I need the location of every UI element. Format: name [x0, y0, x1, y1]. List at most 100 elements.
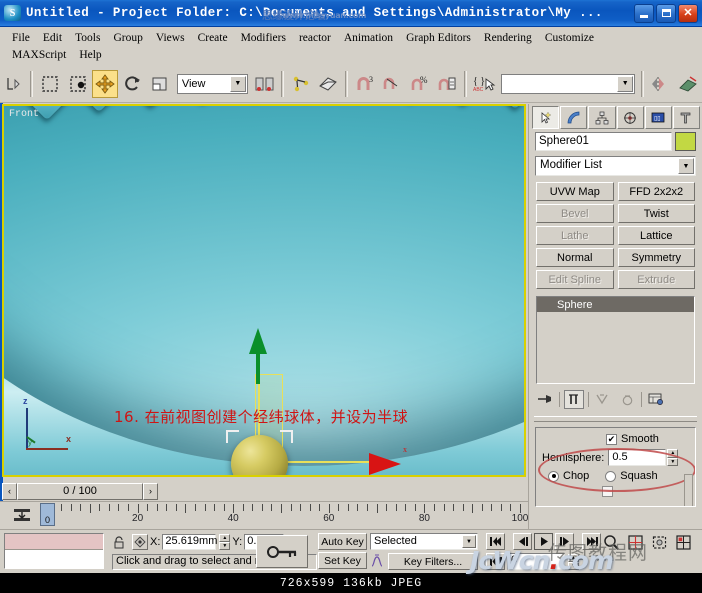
open-mini-curve-editor-icon[interactable]	[12, 507, 32, 523]
menu-item-file[interactable]: File	[6, 31, 37, 45]
next-frame-icon[interactable]	[555, 533, 574, 550]
modifier-stack-item-sphere[interactable]: Sphere	[537, 297, 694, 312]
absolute-mode-icon[interactable]	[132, 534, 148, 550]
previous-frame-icon[interactable]	[513, 533, 532, 550]
zoom-all-icon[interactable]	[624, 533, 647, 552]
chevron-down-icon-modlist[interactable]: ▼	[678, 158, 694, 174]
align-icon[interactable]	[676, 70, 701, 98]
menu-item-help[interactable]: Help	[73, 48, 108, 62]
play-animation-icon[interactable]	[534, 533, 553, 550]
hemisphere-spinner-up[interactable]: ▲	[667, 449, 679, 458]
auto-key-button[interactable]: Auto Key	[318, 533, 367, 550]
go-to-start-icon[interactable]	[486, 533, 505, 550]
time-slider-prev-button[interactable]: ‹	[2, 482, 17, 500]
menu-item-group[interactable]: Group	[107, 31, 149, 45]
hemisphere-field[interactable]: 0.5	[608, 449, 667, 466]
edit-named-selection-sets-icon[interactable]: { } ABC	[471, 70, 497, 98]
front-viewport[interactable]: x z x y Front 16. 在前视图创建个经纬球体，并设为半球	[4, 106, 524, 475]
x-spinner-up[interactable]: ▲	[219, 534, 231, 542]
time-slider-handle[interactable]: 0	[40, 503, 55, 526]
viewport-container[interactable]: x z x y Front 16. 在前视图创建个经纬球体，并设为半球	[2, 104, 526, 477]
frame-spinner-down[interactable]: ▼	[568, 561, 579, 570]
modifier-button-ffd[interactable]: FFD 2x2x2	[617, 182, 695, 201]
menu-item-customize[interactable]: Customize	[539, 31, 601, 45]
current-frame-field[interactable]: 0	[507, 553, 565, 570]
mini-listener-output[interactable]	[5, 550, 103, 568]
parameters-scrollbar[interactable]	[684, 474, 693, 506]
mirror-icon[interactable]	[648, 70, 673, 98]
zoom-extents-icon[interactable]	[648, 533, 671, 552]
chop-radio[interactable]	[548, 470, 559, 482]
smooth-checkbox[interactable]: ✔	[606, 433, 617, 445]
mini-listener-input[interactable]	[5, 534, 103, 550]
menu-item-maxscript[interactable]: MAXScript	[6, 48, 73, 62]
modifier-button-symmetry[interactable]: Symmetry	[617, 248, 695, 267]
zoom-icon[interactable]	[600, 533, 623, 552]
frame-spinner-up[interactable]: ▲	[568, 553, 579, 562]
lock-icon[interactable]	[112, 536, 126, 550]
key-filters-button[interactable]: Key Filters...	[388, 553, 478, 570]
modifier-button-normal[interactable]: Normal	[536, 248, 614, 267]
modifier-button-twist[interactable]: Twist	[617, 204, 695, 223]
menu-item-rendering[interactable]: Rendering	[478, 31, 539, 45]
maximize-button[interactable]	[656, 3, 676, 23]
select-and-link-icon[interactable]	[288, 70, 313, 98]
squash-radio[interactable]	[605, 470, 617, 482]
hierarchy-tab[interactable]	[588, 106, 616, 129]
hemisphere-spinner[interactable]: ▲ ▼	[667, 449, 679, 466]
modifier-button-uvw-map[interactable]: UVW Map	[536, 182, 614, 201]
chevron-down-icon-2[interactable]: ▼	[617, 75, 634, 92]
slice-on-checkbox[interactable]	[602, 486, 613, 497]
x-spinner-down[interactable]: ▼	[219, 542, 231, 550]
modifier-stack[interactable]: Sphere	[536, 296, 695, 384]
menu-item-tools[interactable]: Tools	[69, 31, 107, 45]
modify-tab[interactable]	[560, 106, 588, 129]
x-coordinate-field[interactable]: 25.619mm	[162, 534, 217, 550]
function-curve-icon[interactable]	[370, 554, 384, 568]
bind-to-space-warp-icon[interactable]	[316, 70, 341, 98]
object-name-field[interactable]: Sphere01	[535, 132, 672, 151]
chevron-down-icon-selfilter[interactable]: ▼	[462, 535, 476, 548]
menu-item-views[interactable]: Views	[150, 31, 192, 45]
select-object-icon[interactable]	[37, 70, 62, 98]
maxscript-mini-listener[interactable]	[4, 533, 104, 569]
gizmo-y-arrow-icon[interactable]	[249, 328, 267, 354]
menu-item-reactor[interactable]: reactor	[293, 31, 338, 45]
display-tab[interactable]: ▯▯	[644, 106, 672, 129]
track-bar[interactable]: 20 40 60 80 100 0	[0, 501, 528, 529]
modifier-list-combo[interactable]: Modifier List ▼	[535, 156, 696, 176]
select-and-move-icon[interactable]	[92, 69, 118, 98]
key-mode-toggle-button[interactable]	[256, 535, 308, 568]
use-pivot-point-center-icon[interactable]	[252, 70, 277, 98]
zoom-extents-all-icon[interactable]	[672, 533, 695, 552]
percent-snap-icon[interactable]: %	[407, 70, 432, 98]
time-slider-frame-display[interactable]: 0 / 100	[17, 482, 143, 500]
track-bar-ruler[interactable]: 20 40 60 80 100	[42, 504, 528, 528]
snaps-toggle-icon[interactable]: 3	[352, 70, 377, 98]
menu-item-edit[interactable]: Edit	[37, 31, 69, 45]
spinner-snap-icon[interactable]	[435, 70, 460, 98]
selection-filter-combo[interactable]: Selected ▼	[370, 533, 478, 550]
chevron-down-icon[interactable]: ▼	[229, 75, 246, 92]
x-coordinate-spinner[interactable]: ▲ ▼	[219, 534, 231, 550]
go-to-end-icon[interactable]	[582, 533, 601, 550]
motion-tab[interactable]	[616, 106, 644, 129]
modifier-button-lattice[interactable]: Lattice	[617, 226, 695, 245]
select-by-region-icon[interactable]	[65, 70, 90, 98]
time-slider-next-button[interactable]: ›	[143, 482, 158, 500]
menu-item-create[interactable]: Create	[192, 31, 235, 45]
close-button[interactable]: ✕	[678, 3, 698, 23]
menu-item-animation[interactable]: Animation	[338, 31, 400, 45]
undo-icon[interactable]	[1, 70, 26, 98]
reference-coordinate-system-combo[interactable]: View ▼	[176, 73, 248, 94]
create-tab[interactable]	[532, 106, 560, 129]
menu-item-graph-editors[interactable]: Graph Editors	[400, 31, 478, 45]
menu-item-modifiers[interactable]: Modifiers	[235, 31, 293, 45]
angle-snap-icon[interactable]	[380, 70, 405, 98]
object-color-swatch[interactable]	[675, 132, 696, 151]
set-key-button[interactable]: Set Key	[318, 552, 367, 569]
configure-modifier-sets-icon[interactable]	[646, 390, 666, 409]
current-frame-spinner[interactable]: ▲ ▼	[568, 553, 579, 570]
gizmo-x-arrow-icon[interactable]	[369, 453, 401, 475]
minimize-button[interactable]	[634, 3, 654, 23]
